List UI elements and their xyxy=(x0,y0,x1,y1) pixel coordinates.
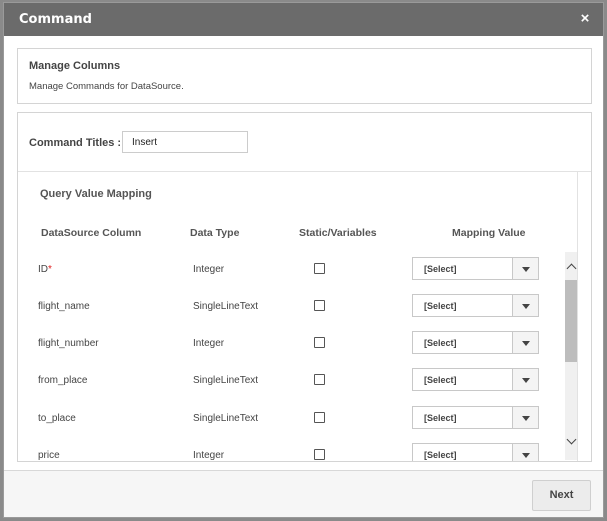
static-checkbox[interactable] xyxy=(314,263,325,274)
select-toggle[interactable] xyxy=(512,332,538,353)
dialog-footer: Next xyxy=(4,470,603,517)
caret-down-icon xyxy=(522,267,530,272)
static-checkbox[interactable] xyxy=(314,412,325,423)
static-checkbox[interactable] xyxy=(314,374,325,385)
caret-down-icon xyxy=(522,341,530,346)
dialog-titlebar: Command × xyxy=(4,3,603,36)
table-row: from_place SingleLineText [Select] xyxy=(18,363,563,400)
header-datasource-column: DataSource Column xyxy=(41,227,142,239)
command-card: Command Titles : Query Value Mapping Dat… xyxy=(17,112,592,462)
caret-down-icon xyxy=(522,378,530,383)
table-row: to_place SingleLineText [Select] xyxy=(18,401,563,438)
data-type: SingleLineText xyxy=(193,375,259,386)
chevron-up-icon xyxy=(566,263,577,274)
data-type: Integer xyxy=(193,450,225,461)
manage-columns-subtitle: Manage Commands for DataSource. xyxy=(29,81,184,92)
dialog-body: Manage Columns Manage Commands for DataS… xyxy=(4,36,603,470)
select-value: [Select] xyxy=(424,450,457,460)
data-type: Integer xyxy=(193,264,225,275)
table-row: ID* Integer [Select] xyxy=(18,252,563,289)
caret-down-icon xyxy=(522,453,530,458)
command-titles-input[interactable] xyxy=(122,131,248,153)
data-type: Integer xyxy=(193,338,225,349)
select-value: [Select] xyxy=(424,375,457,385)
select-toggle[interactable] xyxy=(512,407,538,428)
select-value: [Select] xyxy=(424,338,457,348)
mapping-title: Query Value Mapping xyxy=(40,188,152,200)
manage-columns-card: Manage Columns Manage Commands for DataS… xyxy=(17,48,592,104)
command-titles-label: Command Titles : xyxy=(29,137,122,149)
column-name: price xyxy=(38,450,60,461)
mapping-value-select[interactable]: [Select] xyxy=(412,406,539,429)
command-dialog: Command × Manage Columns Manage Commands… xyxy=(3,2,604,518)
mapping-value-select[interactable]: [Select] xyxy=(412,294,539,317)
select-toggle[interactable] xyxy=(512,369,538,390)
caret-down-icon xyxy=(522,304,530,309)
static-checkbox[interactable] xyxy=(314,449,325,460)
static-checkbox[interactable] xyxy=(314,337,325,348)
table-row: price Integer [Select] xyxy=(18,438,563,461)
table-row: flight_name SingleLineText [Select] xyxy=(18,289,563,326)
data-type: SingleLineText xyxy=(193,301,259,312)
column-name: flight_number xyxy=(38,338,99,349)
manage-columns-title: Manage Columns xyxy=(29,60,121,72)
column-name: from_place xyxy=(38,375,88,386)
select-toggle[interactable] xyxy=(512,444,538,461)
data-type: SingleLineText xyxy=(193,413,259,424)
static-checkbox[interactable] xyxy=(314,300,325,311)
header-static-variables: Static/Variables xyxy=(299,227,377,239)
mapping-value-select[interactable]: [Select] xyxy=(412,368,539,391)
select-toggle[interactable] xyxy=(512,295,538,316)
mapping-value-select[interactable]: [Select] xyxy=(412,443,539,461)
select-toggle[interactable] xyxy=(512,258,538,279)
close-icon[interactable]: × xyxy=(577,10,593,28)
dialog-title: Command xyxy=(19,12,92,27)
next-button[interactable]: Next xyxy=(532,480,591,511)
header-data-type: Data Type xyxy=(190,227,240,239)
required-mark: * xyxy=(48,264,52,275)
mapping-value-select[interactable]: [Select] xyxy=(412,257,539,280)
column-name: ID* xyxy=(38,264,52,275)
chevron-down-icon xyxy=(566,434,577,445)
select-value: [Select] xyxy=(424,264,457,274)
column-name: to_place xyxy=(38,413,76,424)
select-value: [Select] xyxy=(424,413,457,423)
mapping-border xyxy=(577,172,578,461)
column-name: flight_name xyxy=(38,301,90,312)
mapping-value-select[interactable]: [Select] xyxy=(412,331,539,354)
caret-down-icon xyxy=(522,416,530,421)
select-value: [Select] xyxy=(424,301,457,311)
header-mapping-value: Mapping Value xyxy=(452,227,526,239)
table-row: flight_number Integer [Select] xyxy=(18,326,563,363)
mapping-section: Query Value Mapping DataSource Column Da… xyxy=(18,172,578,461)
